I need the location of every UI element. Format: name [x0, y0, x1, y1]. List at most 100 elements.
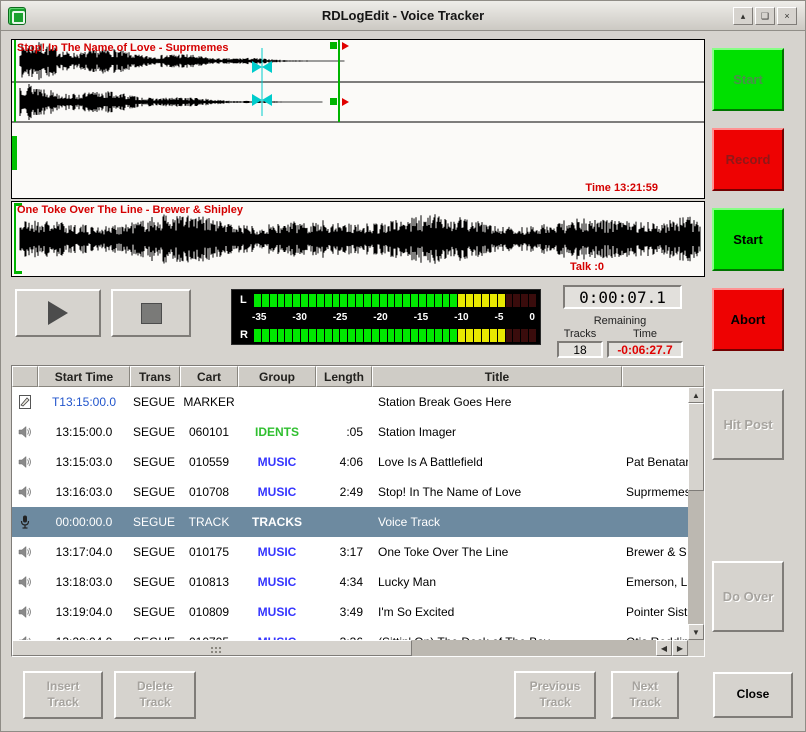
log-row[interactable]: T13:15:00.0SEGUEMARKERStation Break Goes… — [12, 387, 688, 417]
cell-cart: 010809 — [180, 605, 238, 619]
scroll-down-icon[interactable]: ▼ — [688, 624, 704, 640]
meter-segment — [419, 294, 426, 307]
cell-title: Lucky Man — [372, 575, 622, 589]
meter-segment — [466, 329, 473, 342]
meter-segment — [482, 294, 489, 307]
waveform-track2 — [20, 214, 700, 263]
horizontal-scrollbar[interactable]: ◀ ▶ — [12, 640, 688, 656]
fade-marker-icon[interactable] — [342, 98, 349, 106]
horizontal-scroll-thumb[interactable] — [12, 640, 412, 656]
log-row[interactable]: 00:00:00.0SEGUETRACKTRACKSVoice Track — [12, 507, 688, 537]
meter-segment — [435, 329, 442, 342]
cell-start-time: 13:18:03.0 — [38, 575, 130, 589]
segue-marker-right-icon[interactable] — [262, 94, 272, 106]
record-button[interactable]: Record — [712, 128, 784, 191]
hit-post-button[interactable]: Hit Post — [712, 389, 784, 460]
log-table-rows: T13:15:00.0SEGUEMARKERStation Break Goes… — [12, 387, 688, 640]
play-button[interactable] — [15, 289, 101, 337]
segue-marker-left-icon[interactable] — [252, 94, 262, 106]
cell-artist: Suprmemes — [622, 485, 688, 499]
log-table-header: Start TimeTransCartGroupLengthTitle — [12, 366, 704, 387]
meter-segment — [474, 329, 481, 342]
meter-segment — [482, 329, 489, 342]
meter-segment — [458, 329, 465, 342]
mic-icon — [12, 514, 38, 530]
speaker-icon — [12, 454, 38, 470]
do-over-button[interactable]: Do Over — [712, 561, 784, 632]
cell-group: MUSIC — [238, 605, 316, 619]
vertical-scroll-thumb[interactable] — [688, 403, 704, 491]
log-row[interactable]: 13:19:04.0SEGUE010809MUSIC3:49I'm So Exc… — [12, 597, 688, 627]
log-row[interactable]: 13:16:03.0SEGUE010708MUSIC2:49Stop! In T… — [12, 477, 688, 507]
column-header-blank[interactable] — [622, 366, 704, 387]
waveform-deck-track2[interactable]: One Toke Over The Line - Brewer & Shiple… — [11, 201, 705, 277]
track2-title-label: One Toke Over The Line - Brewer & Shiple… — [17, 204, 243, 216]
cell-group: MUSIC — [238, 545, 316, 559]
meter-segment — [340, 294, 347, 307]
meter-segment — [529, 294, 536, 307]
maximize-window-icon[interactable]: ❑ — [755, 7, 775, 25]
log-row[interactable]: 13:20:04.0SEGUE010705MUSIC3:36(Sittin' O… — [12, 627, 688, 640]
column-header-length[interactable]: Length — [316, 366, 372, 387]
cell-artist: Brewer & S — [622, 545, 688, 559]
cell-cart: MARKER — [180, 395, 238, 409]
start-marker-tick — [14, 271, 22, 274]
meter-scale-label: -20 — [373, 312, 387, 323]
start-track2-button[interactable]: Start — [712, 208, 784, 271]
stop-button[interactable] — [111, 289, 191, 337]
column-header-start-time[interactable]: Start Time — [38, 366, 130, 387]
meter-right-segments — [254, 329, 536, 342]
meter-segment — [403, 329, 410, 342]
fade-marker-icon[interactable] — [342, 42, 349, 50]
log-table: Start TimeTransCartGroupLengthTitle T13:… — [11, 365, 705, 657]
cell-title: I'm So Excited — [372, 605, 622, 619]
meter-segment — [301, 329, 308, 342]
column-header-title[interactable]: Title — [372, 366, 622, 387]
log-row[interactable]: 13:17:04.0SEGUE010175MUSIC3:17One Toke O… — [12, 537, 688, 567]
scroll-up-icon[interactable]: ▲ — [688, 387, 704, 403]
end-marker-handle[interactable] — [330, 42, 337, 49]
stop-icon — [141, 303, 162, 324]
insert-track-button[interactable]: Insert Track — [23, 671, 103, 719]
vertical-scrollbar[interactable]: ▲ ▼ — [688, 387, 704, 640]
meter-segment — [340, 329, 347, 342]
scrollbar-corner — [688, 640, 704, 656]
cell-trans: SEGUE — [130, 545, 180, 559]
delete-track-button[interactable]: Delete Track — [114, 671, 196, 719]
meter-segment — [513, 329, 520, 342]
end-marker-handle[interactable] — [330, 98, 337, 105]
cell-length: 4:34 — [316, 575, 372, 589]
log-row[interactable]: 13:15:00.0SEGUE060101IDENTS:05Station Im… — [12, 417, 688, 447]
scroll-left-icon[interactable]: ◀ — [656, 640, 672, 656]
voice-tracker-window: RDLogEdit - Voice Tracker ▴ ❑ × Stop! In… — [0, 0, 806, 732]
meter-segment — [333, 329, 340, 342]
log-row[interactable]: 13:15:03.0SEGUE010559MUSIC4:06Love Is A … — [12, 447, 688, 477]
start-track1-button[interactable]: Start — [712, 48, 784, 111]
meter-segment — [490, 294, 497, 307]
meter-segment — [411, 329, 418, 342]
cell-length: 3:17 — [316, 545, 372, 559]
titlebar[interactable]: RDLogEdit - Voice Tracker ▴ ❑ × — [1, 1, 805, 31]
meter-segment — [278, 329, 285, 342]
shade-window-icon[interactable]: ▴ — [733, 7, 753, 25]
cell-trans: SEGUE — [130, 485, 180, 499]
column-header-blank[interactable] — [12, 366, 38, 387]
meter-segment — [411, 294, 418, 307]
close-button[interactable]: Close — [713, 672, 793, 718]
meter-segment — [506, 329, 513, 342]
log-row[interactable]: 13:18:03.0SEGUE010813MUSIC4:34Lucky ManE… — [12, 567, 688, 597]
close-window-icon[interactable]: × — [777, 7, 797, 25]
meter-segment — [450, 329, 457, 342]
next-track-button[interactable]: Next Track — [611, 671, 679, 719]
cell-title: Stop! In The Name of Love — [372, 485, 622, 499]
waveform-deck-track1[interactable]: Stop! In The Name of Love - Suprmemes Ti… — [11, 39, 705, 199]
column-header-trans[interactable]: Trans — [130, 366, 180, 387]
abort-button[interactable]: Abort — [712, 288, 784, 351]
previous-track-button[interactable]: Previous Track — [514, 671, 596, 719]
column-header-cart[interactable]: Cart — [180, 366, 238, 387]
scroll-right-icon[interactable]: ▶ — [672, 640, 688, 656]
speaker-icon — [12, 424, 38, 440]
column-header-group[interactable]: Group — [238, 366, 316, 387]
meter-segment — [458, 294, 465, 307]
meter-segment — [293, 294, 300, 307]
